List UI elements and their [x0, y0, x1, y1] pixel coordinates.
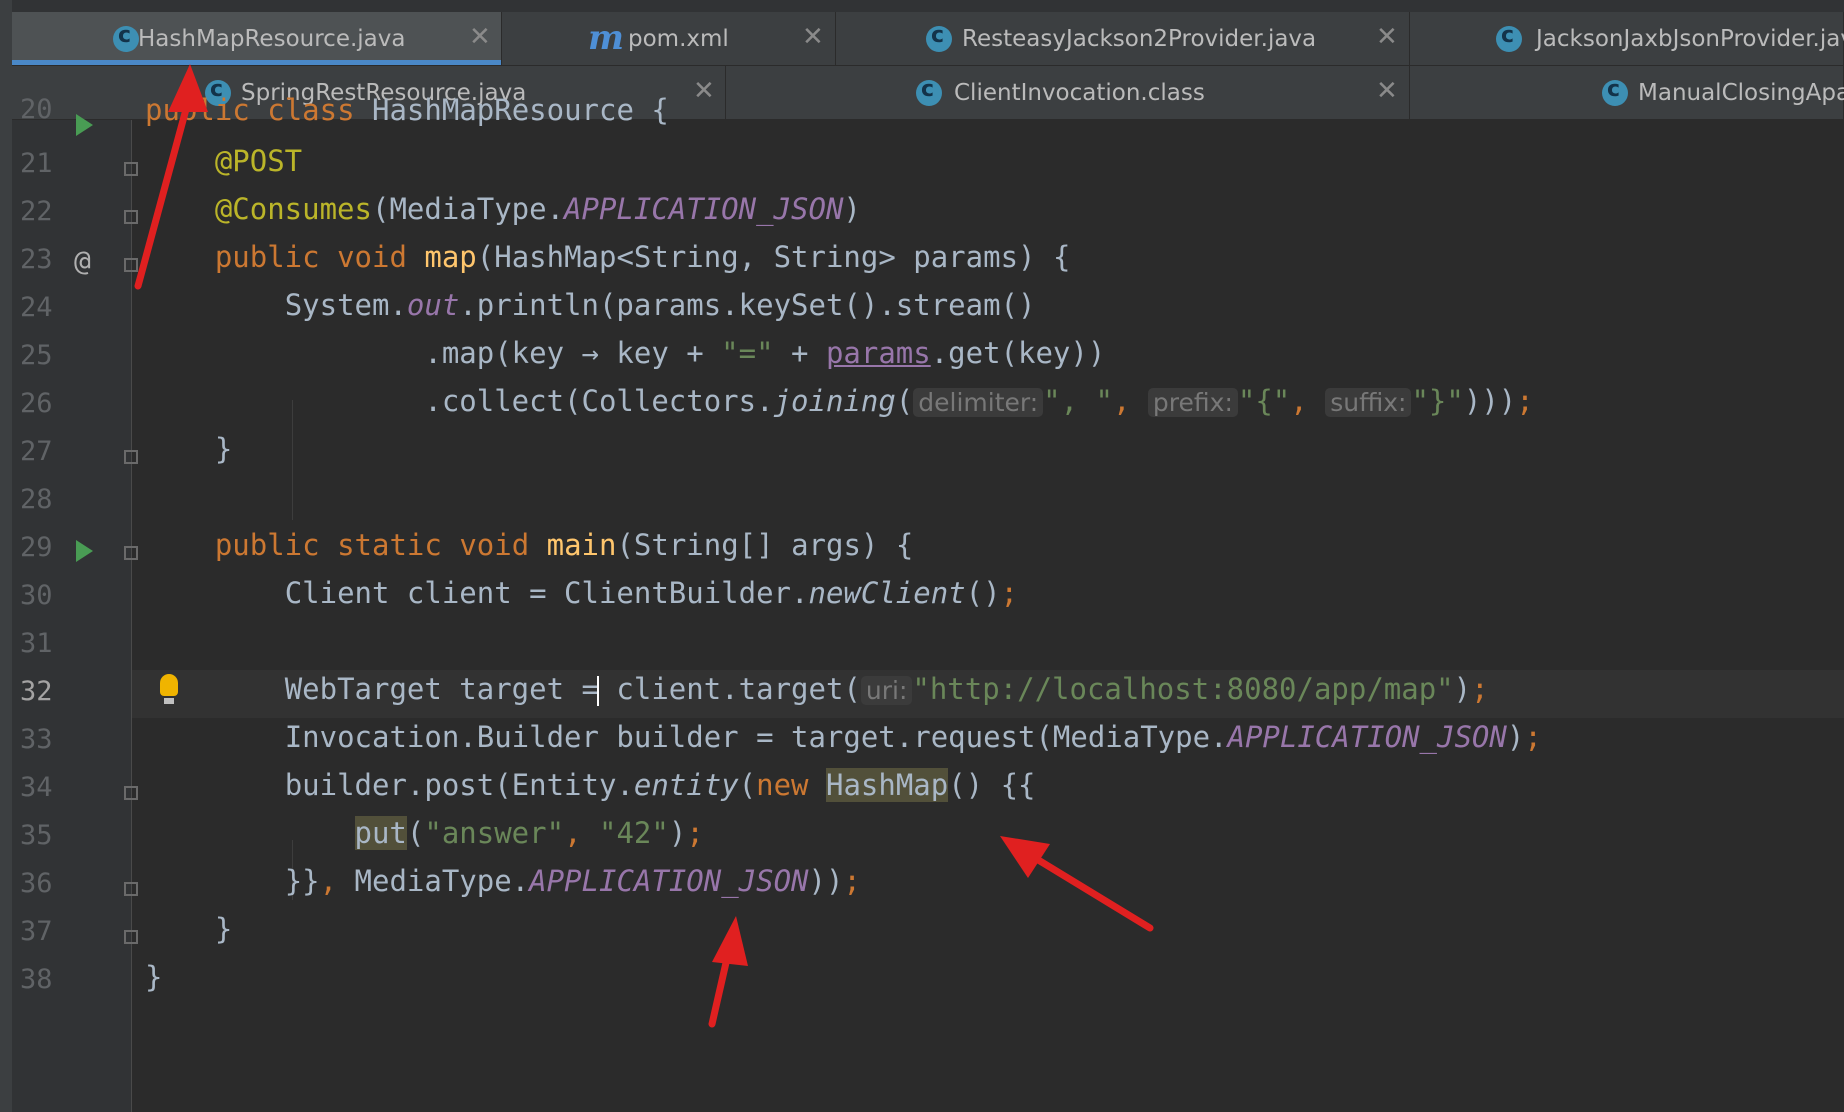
annotation-arrow-hashmap — [1031, 854, 1154, 932]
annotation-arrow-mediatype — [708, 950, 732, 1028]
arrowhead — [712, 916, 748, 966]
annotation-arrows — [134, 64, 1154, 1028]
arrowhead — [168, 64, 208, 112]
arrowhead — [1000, 836, 1050, 878]
annotation-arrow-tab — [134, 98, 192, 290]
